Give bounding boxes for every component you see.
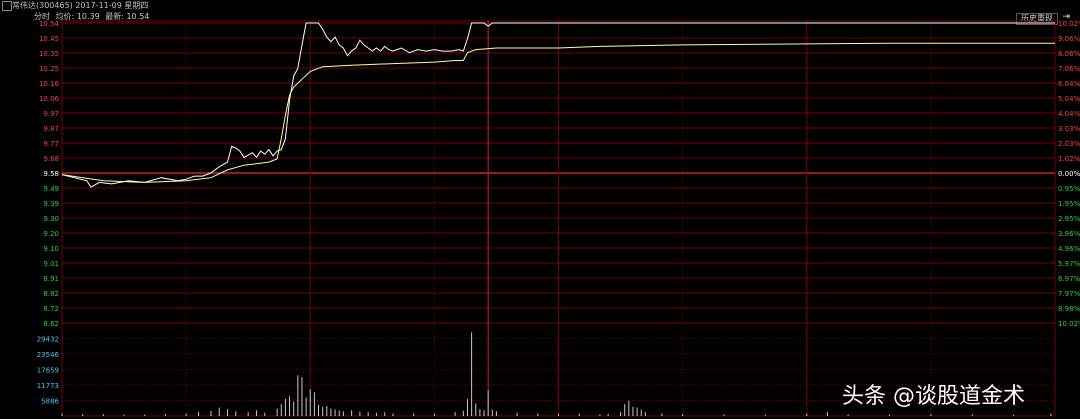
y-tick-label-right: 10.02% xyxy=(1058,20,1080,28)
intraday-chart: 10.54 10.02% 10.45 9.06% 10.35 8.06% 10.25 7.06… xyxy=(37,20,1080,417)
y-tick-label-right: 0.00% xyxy=(1058,170,1080,178)
y-tick-label-left: 10.35 xyxy=(39,50,59,58)
y-tick-label-right: 9.06% xyxy=(1058,35,1080,43)
y-tick-label-left: 9.10 xyxy=(43,245,59,253)
y-tick-label-left: 8.91 xyxy=(43,275,59,283)
volume-tick-label: 5886 xyxy=(41,398,59,406)
y-tick-label-right: 6.97% xyxy=(1058,275,1080,283)
chart-window: 常伟达(300465) 2017-11-09 星期四 分时 均价: 10.39 … xyxy=(0,0,1080,419)
volume-tick-label: 17659 xyxy=(37,367,59,375)
y-tick-label-left: 10.16 xyxy=(39,80,60,88)
y-tick-label-right: 8.98% xyxy=(1058,305,1080,313)
y-tick-label-left: 10.06 xyxy=(39,95,60,103)
y-tick-label-left: 9.20 xyxy=(43,230,59,238)
y-tick-label-left: 9.97 xyxy=(43,110,59,118)
y-tick-label-right: 7.97% xyxy=(1058,290,1080,298)
y-tick-label-right: 3.03% xyxy=(1058,125,1080,133)
y-tick-label-right: 7.06% xyxy=(1058,65,1080,73)
y-tick-label-left: 9.77 xyxy=(43,140,59,148)
y-tick-label-right: 0.95% xyxy=(1058,185,1080,193)
y-tick-label-right: 3.96% xyxy=(1058,230,1080,238)
y-tick-label-left: 9.39 xyxy=(43,200,59,208)
y-tick-label-left: 10.45 xyxy=(39,35,59,43)
y-tick-label-right: 4.96% xyxy=(1058,245,1080,253)
y-tick-label-left: 10.54 xyxy=(39,20,60,28)
y-tick-label-left: 9.58 xyxy=(43,170,59,178)
volume-tick-label: 11773 xyxy=(37,382,59,390)
y-tick-label-left: 9.68 xyxy=(43,155,59,163)
y-tick-label-left: 8.82 xyxy=(43,290,59,298)
y-tick-label-right: 2.95% xyxy=(1058,215,1080,223)
y-tick-label-right: 8.06% xyxy=(1058,50,1080,58)
y-tick-label-right: 1.02% xyxy=(1058,155,1080,163)
y-tick-label-right: 1.95% xyxy=(1058,200,1080,208)
y-tick-label-left: 9.87 xyxy=(43,125,59,133)
watermark: 头条 @谈股道金术 xyxy=(842,384,1025,409)
y-tick-label-left: 10.25 xyxy=(39,65,59,73)
y-tick-label-left: 8.62 xyxy=(43,320,59,328)
y-tick-label-right: 5.97% xyxy=(1058,260,1080,268)
y-tick-label-left: 8.72 xyxy=(43,305,59,313)
y-tick-label-right: 6.04% xyxy=(1058,80,1080,88)
y-tick-label-left: 9.01 xyxy=(43,260,59,268)
y-tick-label-right: 5.04% xyxy=(1058,95,1080,103)
y-tick-label-right: 4.04% xyxy=(1058,110,1080,118)
volume-tick-label: 23546 xyxy=(37,351,60,359)
volume-tick-label: 29432 xyxy=(37,335,59,343)
y-tick-label-right: 2.03% xyxy=(1058,140,1080,148)
y-tick-label-left: 9.30 xyxy=(43,215,59,223)
y-tick-label-left: 9.49 xyxy=(43,185,59,193)
y-tick-label-right: 10.02% xyxy=(1058,320,1080,328)
